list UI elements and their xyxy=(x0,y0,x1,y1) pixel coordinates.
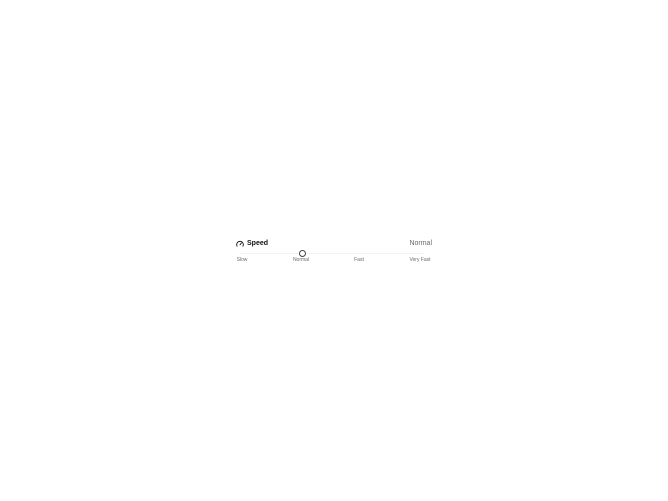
gauge-icon xyxy=(236,240,244,248)
speed-label: Speed xyxy=(247,240,269,247)
speed-control: Speed Normal Slow Normal Fast Very Fast xyxy=(236,238,432,266)
speed-current-value: Normal xyxy=(409,240,432,247)
speed-option-very-fast[interactable]: Very Fast xyxy=(409,255,430,265)
speed-header: Speed Normal xyxy=(236,238,432,250)
speed-slider-track[interactable] xyxy=(240,253,424,254)
speed-option-labels: Slow Normal Fast Very Fast xyxy=(236,255,432,265)
speed-option-slow[interactable]: Slow xyxy=(237,255,248,265)
speed-option-fast[interactable]: Fast xyxy=(354,255,364,265)
speed-option-normal[interactable]: Normal xyxy=(293,255,309,265)
